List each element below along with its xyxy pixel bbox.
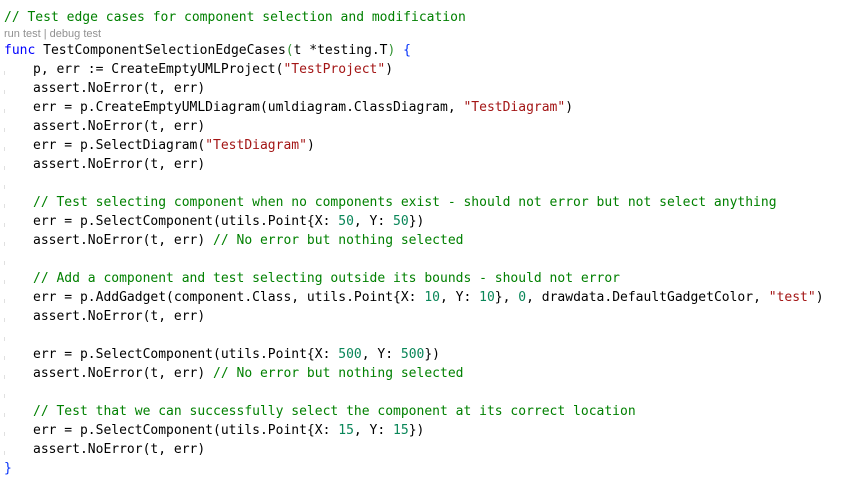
code-editor[interactable]: // Test edge cases for component selecti… — [4, 8, 844, 478]
run-test-link[interactable]: run test — [4, 28, 41, 40]
code-number: 0 — [518, 290, 527, 305]
code-token: assert.NoError(t, err) — [33, 157, 206, 172]
code-string: "TestProject" — [283, 62, 386, 77]
code-line: err = p.AddGadget(component.Class, utils… — [4, 288, 844, 307]
code-lens-separator: | — [40, 28, 50, 40]
code-line: err = p.SelectComponent(utils.Point{X: 1… — [4, 421, 844, 440]
code-line: assert.NoError(t, err) — [4, 440, 844, 459]
code-line: // Test edge cases for component selecti… — [4, 8, 844, 27]
code-token: }, — [494, 290, 519, 305]
code-token: ( — [285, 43, 294, 58]
code-token: assert.NoError(t, err) — [33, 442, 206, 457]
code-keyword: func — [4, 43, 36, 58]
code-number: 50 — [338, 214, 354, 229]
code-line: assert.NoError(t, err) // No error but n… — [4, 231, 844, 250]
code-token: , Y: — [361, 347, 401, 362]
code-token: err = p.AddGadget(component.Class, utils… — [33, 290, 425, 305]
code-token: }) — [424, 347, 441, 362]
code-token: }) — [408, 214, 425, 229]
code-line: err = p.CreateEmptyUMLDiagram(umldiagram… — [4, 98, 844, 117]
code-token: t *testing.T — [293, 43, 388, 58]
code-token: assert.NoError(t, err) — [33, 309, 206, 324]
code-comment: // No error but nothing selected — [213, 366, 464, 381]
code-token: err = p.SelectComponent(utils.Point{X: — [33, 214, 339, 229]
code-line: assert.NoError(t, err) — [4, 307, 844, 326]
code-number: 500 — [338, 347, 362, 362]
code-token: ) — [385, 62, 394, 77]
code-token: ) — [815, 290, 824, 305]
code-token: assert.NoError(t, err) — [33, 81, 206, 96]
code-number: 10 — [424, 290, 440, 305]
code-line: err = p.SelectDiagram("TestDiagram") — [4, 136, 844, 155]
code-token: assert.NoError(t, err) — [33, 119, 206, 134]
code-token: err = p.SelectComponent(utils.Point{X: — [33, 347, 339, 362]
code-number: 10 — [479, 290, 495, 305]
code-number: 50 — [393, 214, 409, 229]
code-string: "TestDiagram" — [463, 100, 566, 115]
code-token: TestComponentSelectionEdgeCases — [35, 43, 286, 58]
code-line: assert.NoError(t, err) // No error but n… — [4, 364, 844, 383]
code-token: assert.NoError(t, err) — [33, 366, 214, 381]
code-line: assert.NoError(t, err) — [4, 117, 844, 136]
code-token: assert.NoError(t, err) — [33, 233, 214, 248]
code-token: } — [4, 461, 12, 476]
code-token: p, err := CreateEmptyUMLProject( — [33, 62, 284, 77]
code-token: , Y: — [353, 214, 394, 229]
code-line: err = p.SelectComponent(utils.Point{X: 5… — [4, 345, 844, 364]
code-token: err = p.SelectComponent(utils.Point{X: — [33, 423, 339, 438]
code-line — [4, 383, 844, 402]
code-line: assert.NoError(t, err) — [4, 155, 844, 174]
code-token: { — [403, 43, 411, 58]
code-comment: // Test selecting component when no comp… — [33, 195, 777, 210]
code-token: , drawdata.DefaultGadgetColor, — [526, 290, 769, 305]
code-token: }) — [408, 423, 425, 438]
code-line — [4, 174, 844, 193]
code-comment: // Test that we can successfully select … — [33, 404, 636, 419]
code-line: err = p.SelectComponent(utils.Point{X: 5… — [4, 212, 844, 231]
code-string: "TestDiagram" — [205, 138, 307, 153]
code-number: 500 — [400, 347, 425, 362]
code-lens: run test | debug test — [4, 27, 844, 41]
code-token: , Y: — [440, 290, 480, 305]
debug-test-link[interactable]: debug test — [50, 28, 101, 40]
code-token: , Y: — [353, 423, 394, 438]
code-number: 15 — [393, 423, 409, 438]
code-comment: // Test edge cases for component selecti… — [4, 10, 466, 25]
code-line: p, err := CreateEmptyUMLProject("TestPro… — [4, 60, 844, 79]
code-line: assert.NoError(t, err) — [4, 79, 844, 98]
code-string: "test" — [768, 290, 816, 305]
code-line: } — [4, 459, 844, 478]
code-token: ) — [565, 100, 574, 115]
code-token: err = p.SelectDiagram( — [33, 138, 206, 153]
code-token: ) — [306, 138, 315, 153]
code-line: // Test selecting component when no comp… — [4, 193, 844, 212]
code-comment: // No error but nothing selected — [213, 233, 464, 248]
code-line — [4, 250, 844, 269]
code-line: // Test that we can successfully select … — [4, 402, 844, 421]
code-token: err = p.CreateEmptyUMLDiagram(umldiagram… — [33, 100, 464, 115]
code-number: 15 — [338, 423, 354, 438]
code-line: // Add a component and test selecting ou… — [4, 269, 844, 288]
code-line — [4, 326, 844, 345]
code-line: func TestComponentSelectionEdgeCases(t *… — [4, 41, 844, 60]
code-comment: // Add a component and test selecting ou… — [33, 271, 620, 286]
